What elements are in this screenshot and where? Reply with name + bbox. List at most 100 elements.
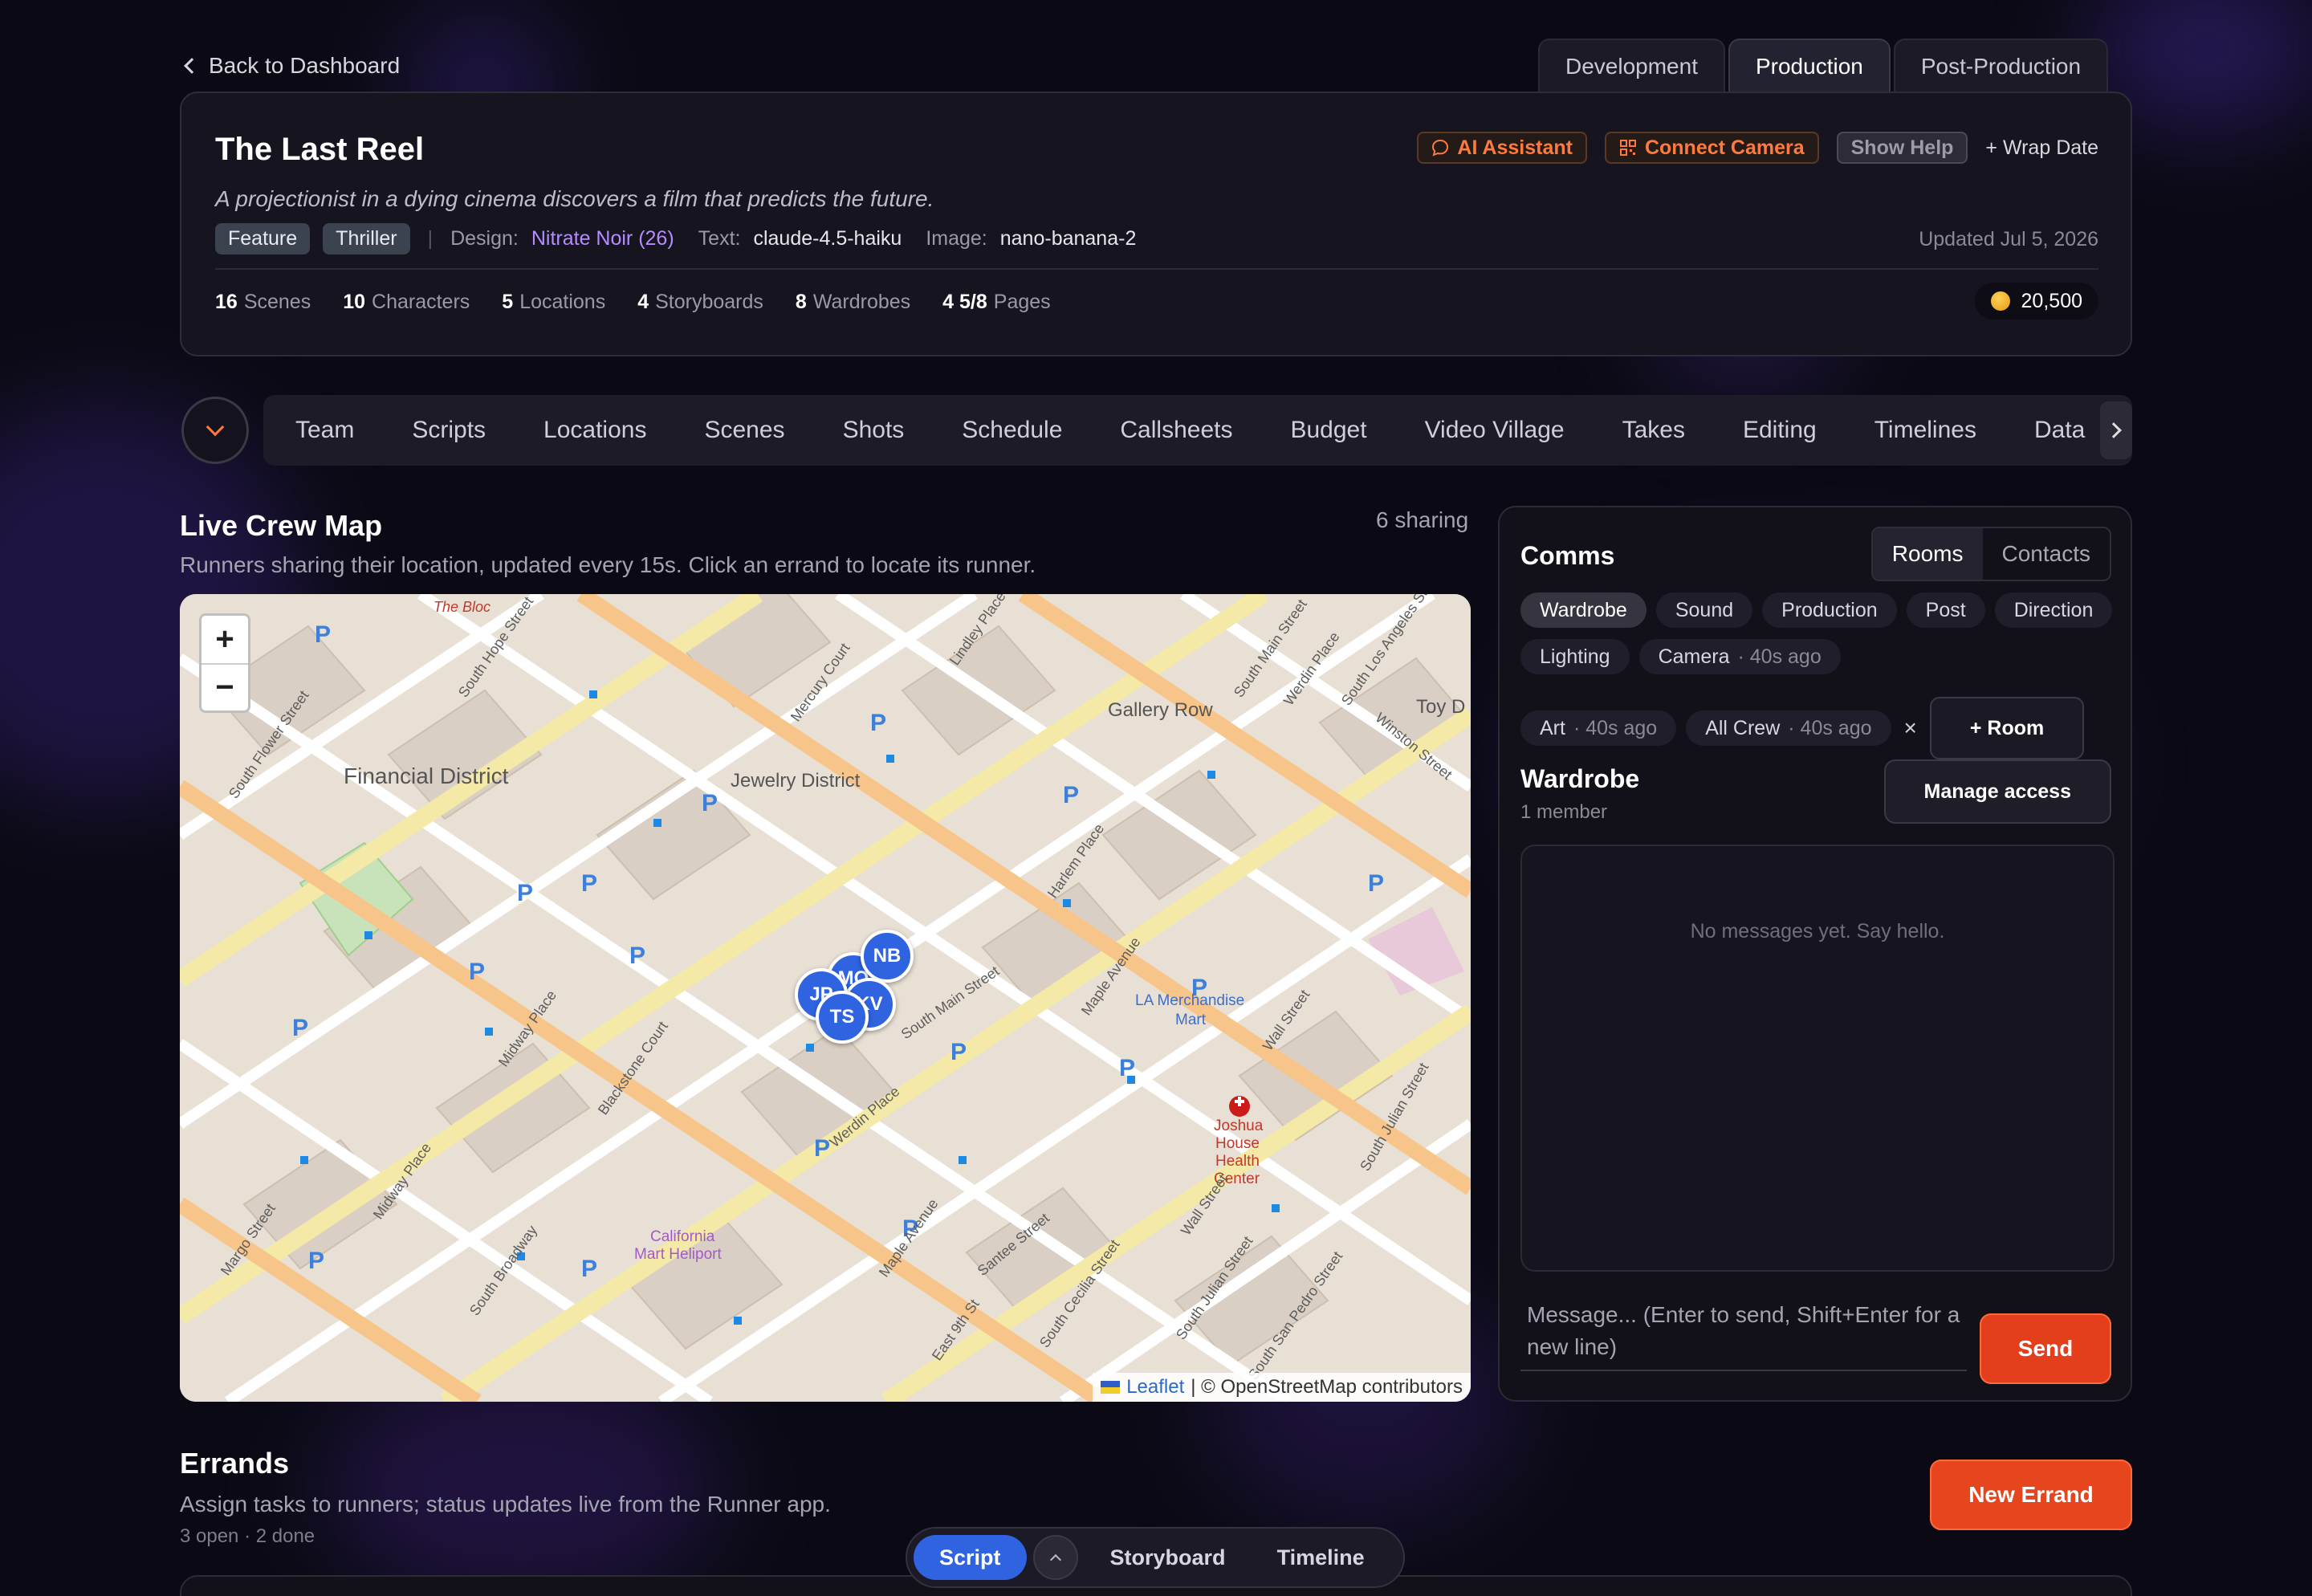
- new-errand-button[interactable]: New Errand: [1930, 1460, 2132, 1530]
- comms-view-toggle: Rooms Contacts: [1870, 527, 2111, 581]
- stat-characters: 10 Characters: [343, 291, 470, 313]
- stat-wardrobes: 8 Wardrobes: [795, 291, 911, 313]
- nav-team[interactable]: Team: [295, 417, 354, 444]
- map-label: California: [650, 1228, 715, 1245]
- runner-marker-ts[interactable]: TS: [816, 991, 869, 1044]
- room-chip-direction[interactable]: Direction: [1994, 592, 2113, 628]
- project-meta: Feature Thriller | Design: Nitrate Noir …: [215, 223, 1136, 254]
- svg-text:P: P: [1119, 1055, 1135, 1081]
- zoom-out-button[interactable]: −: [201, 663, 248, 710]
- channel-member-count: 1 member: [1520, 801, 1608, 823]
- chat-bubble-icon: [1432, 139, 1449, 157]
- message-thread[interactable]: No messages yet. Say hello.: [1520, 845, 2115, 1272]
- errands-count: 3 open · 2 done: [180, 1525, 315, 1547]
- runner-marker-nb[interactable]: NB: [861, 930, 914, 983]
- comms-title: Comms: [1520, 541, 1615, 570]
- show-help-button[interactable]: Show Help: [1836, 132, 1968, 164]
- zoom-control: + −: [199, 613, 250, 713]
- nav-editing[interactable]: Editing: [1743, 417, 1817, 444]
- tab-rooms[interactable]: Rooms: [1872, 528, 1983, 580]
- project-actions: AI Assistant Connect Camera Show Help + …: [1417, 132, 2098, 164]
- nav-scripts[interactable]: Scripts: [412, 417, 486, 444]
- send-button[interactable]: Send: [1980, 1313, 2111, 1384]
- nav-shots[interactable]: Shots: [843, 417, 905, 444]
- message-input[interactable]: Message... (Enter to send, Shift+Enter f…: [1520, 1299, 1967, 1371]
- bottom-dock: Script Storyboard Timeline: [906, 1527, 1405, 1588]
- svg-text:P: P: [581, 870, 597, 897]
- empty-thread-text: No messages yet. Say hello.: [1690, 920, 1945, 943]
- room-chip-all-crew[interactable]: All Crew · 40s ago: [1686, 710, 1891, 746]
- crew-map-subtitle: Runners sharing their location, updated …: [180, 552, 1036, 577]
- section-nav: Team Scripts Locations Scenes Shots Sche…: [263, 395, 2132, 466]
- tab-development[interactable]: Development: [1538, 39, 1725, 93]
- svg-text:P: P: [308, 1248, 324, 1274]
- map-label: Mart Heliport: [634, 1246, 722, 1263]
- channel-name: Wardrobe: [1520, 764, 1640, 793]
- remove-room-button[interactable]: ×: [1904, 715, 1917, 741]
- chevron-right-icon: [2106, 422, 2122, 438]
- project-logline: A projectionist in a dying cinema discov…: [215, 186, 934, 211]
- svg-text:P: P: [581, 1256, 597, 1282]
- dock-expand-button[interactable]: [1032, 1535, 1078, 1580]
- phase-tabs: Development Production Post-Production: [1538, 39, 2111, 93]
- ukraine-flag-icon: [1101, 1381, 1121, 1394]
- connect-camera-button[interactable]: Connect Camera: [1604, 132, 1819, 164]
- map-label: Health: [1215, 1153, 1260, 1170]
- room-chip-sound[interactable]: Sound: [1655, 592, 1753, 628]
- credits-badge: 20,500: [1974, 283, 2098, 320]
- comms-panel: Comms Rooms Contacts Wardrobe Sound Prod…: [1498, 506, 2132, 1402]
- crew-map[interactable]: PPP PPP PPP PPP PPP PP Financial Distric…: [180, 594, 1471, 1402]
- crew-map-title: Live Crew Map: [180, 509, 383, 542]
- map-label: Gallery Row: [1108, 699, 1213, 721]
- wrap-date-button[interactable]: + Wrap Date: [1985, 136, 2098, 160]
- room-chip-post[interactable]: Post: [1906, 592, 1985, 628]
- chevron-left-icon: [184, 58, 200, 74]
- design-value[interactable]: Nitrate Noir (26): [531, 227, 674, 250]
- nav-scenes[interactable]: Scenes: [704, 417, 784, 444]
- tag-chip: Feature: [215, 223, 311, 254]
- stat-scenes: 16 Scenes: [215, 291, 311, 313]
- nav-budget[interactable]: Budget: [1290, 417, 1366, 444]
- stat-pages: 4 5/8 Pages: [942, 291, 1051, 313]
- svg-text:P: P: [315, 621, 331, 648]
- map-label: House: [1215, 1135, 1260, 1152]
- tab-production[interactable]: Production: [1728, 39, 1891, 93]
- room-chip-wardrobe[interactable]: Wardrobe: [1520, 592, 1646, 628]
- room-chip-art[interactable]: Art · 40s ago: [1520, 710, 1677, 746]
- nav-scroll-right-button[interactable]: [2100, 401, 2132, 459]
- errands-subtitle: Assign tasks to runners; status updates …: [180, 1492, 831, 1517]
- leaflet-link[interactable]: Leaflet: [1126, 1376, 1184, 1399]
- nav-locations[interactable]: Locations: [543, 417, 646, 444]
- nav-collapse-toggle[interactable]: [181, 397, 249, 464]
- svg-text:P: P: [1063, 782, 1079, 808]
- room-chip-production[interactable]: Production: [1762, 592, 1897, 628]
- nav-video-village[interactable]: Video Village: [1425, 417, 1565, 444]
- dock-storyboard[interactable]: Storyboard: [1085, 1545, 1252, 1570]
- manage-access-button[interactable]: Manage access: [1883, 759, 2111, 824]
- svg-text:P: P: [870, 710, 886, 736]
- room-chip-lighting[interactable]: Lighting: [1520, 639, 1630, 674]
- ai-assistant-button[interactable]: AI Assistant: [1417, 132, 1587, 164]
- nav-takes[interactable]: Takes: [1622, 417, 1685, 444]
- zoom-in-button[interactable]: +: [201, 616, 248, 663]
- room-chip-camera[interactable]: Camera · 40s ago: [1638, 639, 1841, 674]
- tab-post-production[interactable]: Post-Production: [1893, 39, 2109, 93]
- nav-schedule[interactable]: Schedule: [962, 417, 1062, 444]
- map-label: Financial District: [344, 763, 509, 788]
- stat-locations: 5 Locations: [502, 291, 606, 313]
- tab-contacts[interactable]: Contacts: [1983, 528, 2110, 580]
- connect-camera-label: Connect Camera: [1644, 136, 1805, 159]
- map-attribution: Leaflet | © OpenStreetMap contributors: [1093, 1373, 1471, 1402]
- back-to-dashboard-link[interactable]: Back to Dashboard: [181, 53, 400, 79]
- svg-text:P: P: [950, 1039, 967, 1065]
- add-room-button[interactable]: + Room: [1929, 697, 2085, 759]
- dock-script[interactable]: Script: [914, 1535, 1027, 1580]
- map-label: The Bloc: [434, 599, 490, 615]
- nav-timelines[interactable]: Timelines: [1874, 417, 1976, 444]
- nav-callsheets[interactable]: Callsheets: [1120, 417, 1232, 444]
- map-label: LA Merchandise: [1135, 992, 1244, 1009]
- text-model-value: claude-4.5-haiku: [753, 227, 902, 250]
- dock-timeline[interactable]: Timeline: [1252, 1545, 1390, 1570]
- nav-data[interactable]: Data: [2034, 417, 2085, 444]
- errands-title: Errands: [180, 1447, 290, 1480]
